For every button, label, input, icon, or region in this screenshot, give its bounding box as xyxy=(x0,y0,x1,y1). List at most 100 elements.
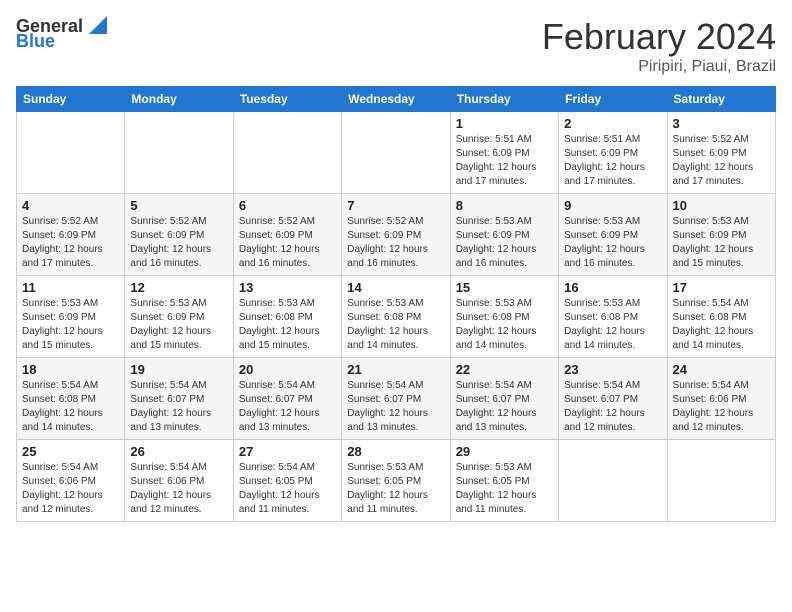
day-number: 18 xyxy=(22,362,119,377)
column-header-wednesday: Wednesday xyxy=(342,87,450,112)
day-info: Sunrise: 5:53 AM Sunset: 6:05 PM Dayligh… xyxy=(347,461,444,517)
day-number: 25 xyxy=(22,444,119,459)
day-number: 21 xyxy=(347,362,444,377)
day-number: 23 xyxy=(564,362,661,377)
day-number: 10 xyxy=(673,198,770,213)
column-header-friday: Friday xyxy=(559,87,667,112)
calendar-cell: 15 Sunrise: 5:53 AM Sunset: 6:08 PM Dayli… xyxy=(450,276,558,358)
day-info: Sunrise: 5:54 AM Sunset: 6:05 PM Dayligh… xyxy=(239,461,336,517)
calendar-cell: 23 Sunrise: 5:54 AM Sunset: 6:07 PM Dayli… xyxy=(559,358,667,440)
day-number: 14 xyxy=(347,280,444,295)
calendar-cell: 9 Sunrise: 5:53 AM Sunset: 6:09 PM Daylig… xyxy=(559,194,667,276)
calendar-week-row: 4 Sunrise: 5:52 AM Sunset: 6:09 PM Daylig… xyxy=(17,194,776,276)
day-info: Sunrise: 5:53 AM Sunset: 6:09 PM Dayligh… xyxy=(130,297,227,353)
day-info: Sunrise: 5:53 AM Sunset: 6:05 PM Dayligh… xyxy=(456,461,553,517)
title-block: February 2024 Piripiri, Piaui, Brazil xyxy=(542,16,776,76)
logo-blue: Blue xyxy=(16,31,55,52)
calendar-cell: 20Sunrise: 5:54 AM Sunset: 6:07 PM Dayli… xyxy=(233,358,341,440)
day-info: Sunrise: 5:53 AM Sunset: 6:09 PM Dayligh… xyxy=(564,215,661,271)
calendar-week-row: 1Sunrise: 5:51 AM Sunset: 6:09 PM Daylig… xyxy=(17,112,776,194)
logo-block: General Blue xyxy=(16,16,107,52)
calendar-cell: 5Sunrise: 5:52 AM Sunset: 6:09 PM Daylig… xyxy=(125,194,233,276)
day-number: 19 xyxy=(130,362,227,377)
calendar-cell: 24 Sunrise: 5:54 AM Sunset: 6:06 PM Dayli… xyxy=(667,358,775,440)
column-header-monday: Monday xyxy=(125,87,233,112)
column-header-sunday: Sunday xyxy=(17,87,125,112)
calendar-cell: 10 Sunrise: 5:53 AM Sunset: 6:09 PM Dayli… xyxy=(667,194,775,276)
column-header-thursday: Thursday xyxy=(450,87,558,112)
calendar-cell: 13Sunrise: 5:53 AM Sunset: 6:08 PM Dayli… xyxy=(233,276,341,358)
day-info: Sunrise: 5:54 AM Sunset: 6:07 PM Dayligh… xyxy=(130,379,227,435)
day-info: Sunrise: 5:54 AM Sunset: 6:08 PM Dayligh… xyxy=(22,379,119,435)
calendar-cell: 3 Sunrise: 5:52 AM Sunset: 6:09 PM Daylig… xyxy=(667,112,775,194)
day-info: Sunrise: 5:54 AM Sunset: 6:07 PM Dayligh… xyxy=(347,379,444,435)
day-number: 29 xyxy=(456,444,553,459)
day-number: 8 xyxy=(456,198,553,213)
page-header: General Blue February 2024 Piripiri, Pia… xyxy=(16,16,776,76)
day-info: Sunrise: 5:54 AM Sunset: 6:07 PM Dayligh… xyxy=(239,379,336,435)
day-info: Sunrise: 5:53 AM Sunset: 6:09 PM Dayligh… xyxy=(456,215,553,271)
day-number: 9 xyxy=(564,198,661,213)
column-header-saturday: Saturday xyxy=(667,87,775,112)
day-info: Sunrise: 5:53 AM Sunset: 6:08 PM Dayligh… xyxy=(347,297,444,353)
calendar-cell: 7Sunrise: 5:52 AM Sunset: 6:09 PM Daylig… xyxy=(342,194,450,276)
calendar-cell: 21 Sunrise: 5:54 AM Sunset: 6:07 PM Dayli… xyxy=(342,358,450,440)
day-info: Sunrise: 5:53 AM Sunset: 6:08 PM Dayligh… xyxy=(239,297,336,353)
day-number: 4 xyxy=(22,198,119,213)
calendar-cell: 25 Sunrise: 5:54 AM Sunset: 6:06 PM Dayli… xyxy=(17,440,125,522)
day-number: 2 xyxy=(564,116,661,131)
calendar-cell: 22Sunrise: 5:54 AM Sunset: 6:07 PM Dayli… xyxy=(450,358,558,440)
calendar-cell xyxy=(233,112,341,194)
day-info: Sunrise: 5:54 AM Sunset: 6:08 PM Dayligh… xyxy=(673,297,770,353)
calendar-cell: 19 Sunrise: 5:54 AM Sunset: 6:07 PM Dayli… xyxy=(125,358,233,440)
calendar-cell: 1Sunrise: 5:51 AM Sunset: 6:09 PM Daylig… xyxy=(450,112,558,194)
day-info: Sunrise: 5:54 AM Sunset: 6:07 PM Dayligh… xyxy=(456,379,553,435)
day-number: 17 xyxy=(673,280,770,295)
day-number: 11 xyxy=(22,280,119,295)
calendar-cell: 18 Sunrise: 5:54 AM Sunset: 6:08 PM Dayli… xyxy=(17,358,125,440)
calendar-cell: 26 Sunrise: 5:54 AM Sunset: 6:06 PM Dayli… xyxy=(125,440,233,522)
calendar-cell: 2 Sunrise: 5:51 AM Sunset: 6:09 PM Daylig… xyxy=(559,112,667,194)
calendar-cell: 6 Sunrise: 5:52 AM Sunset: 6:09 PM Daylig… xyxy=(233,194,341,276)
day-number: 16 xyxy=(564,280,661,295)
calendar-cell xyxy=(667,440,775,522)
month-title: February 2024 xyxy=(542,16,776,58)
day-info: Sunrise: 5:54 AM Sunset: 6:07 PM Dayligh… xyxy=(564,379,661,435)
calendar-cell xyxy=(17,112,125,194)
day-info: Sunrise: 5:52 AM Sunset: 6:09 PM Dayligh… xyxy=(673,133,770,189)
day-number: 15 xyxy=(456,280,553,295)
day-info: Sunrise: 5:54 AM Sunset: 6:06 PM Dayligh… xyxy=(673,379,770,435)
day-info: Sunrise: 5:52 AM Sunset: 6:09 PM Dayligh… xyxy=(347,215,444,271)
day-info: Sunrise: 5:53 AM Sunset: 6:09 PM Dayligh… xyxy=(22,297,119,353)
day-info: Sunrise: 5:51 AM Sunset: 6:09 PM Dayligh… xyxy=(564,133,661,189)
day-number: 6 xyxy=(239,198,336,213)
day-number: 12 xyxy=(130,280,227,295)
day-info: Sunrise: 5:54 AM Sunset: 6:06 PM Dayligh… xyxy=(130,461,227,517)
day-number: 24 xyxy=(673,362,770,377)
day-info: Sunrise: 5:53 AM Sunset: 6:08 PM Dayligh… xyxy=(564,297,661,353)
calendar-week-row: 11 Sunrise: 5:53 AM Sunset: 6:09 PM Dayli… xyxy=(17,276,776,358)
day-number: 5 xyxy=(130,198,227,213)
day-info: Sunrise: 5:52 AM Sunset: 6:09 PM Dayligh… xyxy=(22,215,119,271)
location-subtitle: Piripiri, Piaui, Brazil xyxy=(542,58,776,76)
calendar-week-row: 18 Sunrise: 5:54 AM Sunset: 6:08 PM Dayli… xyxy=(17,358,776,440)
calendar-week-row: 25 Sunrise: 5:54 AM Sunset: 6:06 PM Dayli… xyxy=(17,440,776,522)
calendar-cell: 4 Sunrise: 5:52 AM Sunset: 6:09 PM Daylig… xyxy=(17,194,125,276)
day-info: Sunrise: 5:53 AM Sunset: 6:08 PM Dayligh… xyxy=(456,297,553,353)
day-info: Sunrise: 5:54 AM Sunset: 6:06 PM Dayligh… xyxy=(22,461,119,517)
day-info: Sunrise: 5:52 AM Sunset: 6:09 PM Dayligh… xyxy=(239,215,336,271)
day-number: 28 xyxy=(347,444,444,459)
calendar-header-row: SundayMondayTuesdayWednesdayThursdayFrid… xyxy=(17,87,776,112)
column-header-tuesday: Tuesday xyxy=(233,87,341,112)
day-number: 3 xyxy=(673,116,770,131)
day-number: 26 xyxy=(130,444,227,459)
calendar-cell xyxy=(125,112,233,194)
calendar-cell: 16 Sunrise: 5:53 AM Sunset: 6:08 PM Dayli… xyxy=(559,276,667,358)
calendar-cell xyxy=(342,112,450,194)
calendar-cell: 27 Sunrise: 5:54 AM Sunset: 6:05 PM Dayli… xyxy=(233,440,341,522)
day-number: 27 xyxy=(239,444,336,459)
calendar-cell: 17 Sunrise: 5:54 AM Sunset: 6:08 PM Dayli… xyxy=(667,276,775,358)
calendar-cell: 14 Sunrise: 5:53 AM Sunset: 6:08 PM Dayli… xyxy=(342,276,450,358)
day-info: Sunrise: 5:53 AM Sunset: 6:09 PM Dayligh… xyxy=(673,215,770,271)
logo-triangle-icon xyxy=(85,14,107,36)
